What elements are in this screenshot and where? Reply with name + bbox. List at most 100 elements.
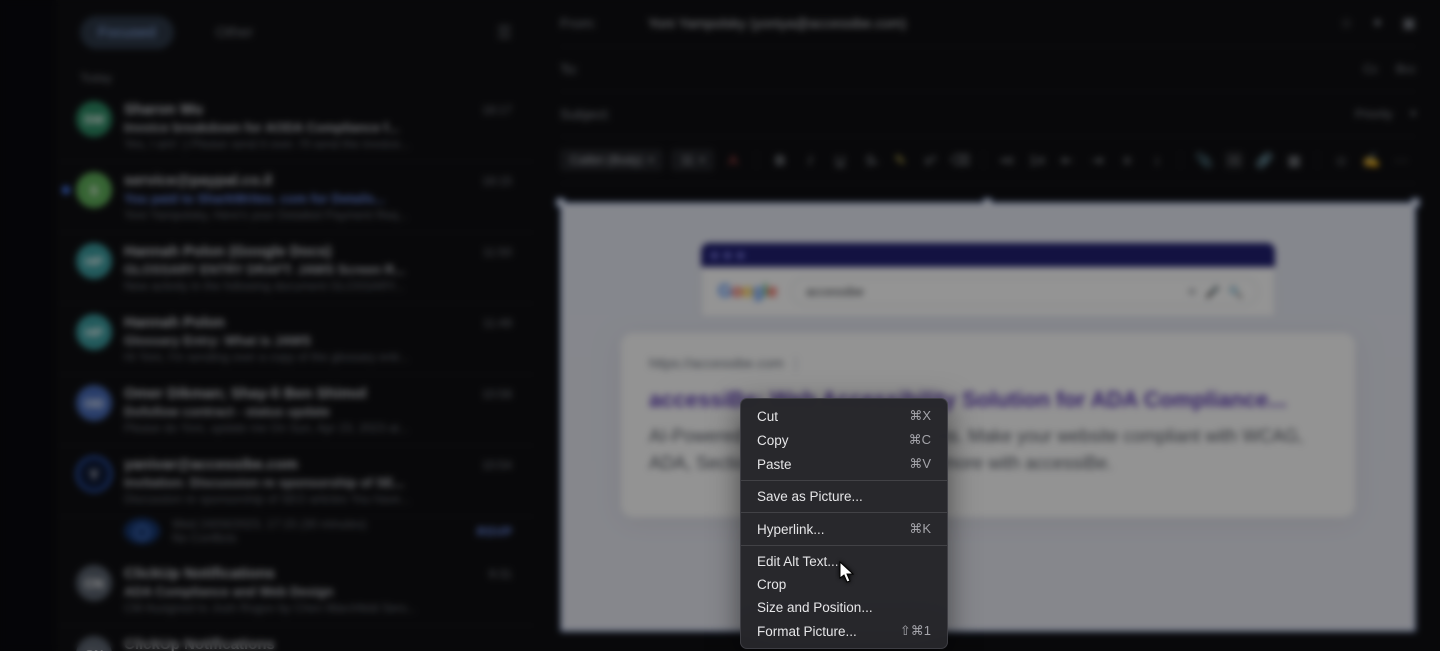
- mail-item[interactable]: CN ClickUp Notifications9:31 ADA Complia…: [56, 555, 536, 626]
- tab-other[interactable]: Other: [198, 16, 272, 49]
- font-size-select[interactable]: 11▾: [671, 149, 714, 171]
- signature-icon[interactable]: ✍: [1360, 149, 1382, 171]
- cm-cut[interactable]: Cut⌘X: [741, 404, 947, 428]
- section-today: Today: [56, 65, 536, 91]
- time: 18:15: [482, 174, 512, 188]
- preview: Discussion re sponsorship of SEO article…: [124, 492, 512, 506]
- italic-icon[interactable]: I: [799, 149, 821, 171]
- context-menu: Cut⌘X Copy⌘C Paste⌘V Save as Picture... …: [740, 398, 948, 649]
- mail-item[interactable]: CN ClickUp Notifications: [56, 626, 536, 651]
- outdent-icon[interactable]: ⇤: [1056, 149, 1078, 171]
- highlight-icon[interactable]: ✎: [889, 149, 911, 171]
- superscript-icon[interactable]: x²: [919, 149, 941, 171]
- clear-format-icon[interactable]: ⌫: [949, 149, 971, 171]
- time: 10:58: [482, 387, 512, 401]
- mail-item[interactable]: SW Sharon Wu18:17 Invoice breakdown for …: [56, 91, 536, 162]
- subject: Invitation: Discussion re sponsorship of…: [124, 475, 512, 490]
- mail-item[interactable]: HP Hannah Polon 11:49 Glossary Entry: Wha…: [56, 304, 536, 375]
- font-color-icon[interactable]: A: [722, 149, 744, 171]
- preview: Yes, I am! :) Please send it over. I'll …: [124, 137, 512, 151]
- emoji-icon[interactable]: ☺: [1330, 149, 1352, 171]
- sender: ClickUp Notifications: [124, 636, 275, 651]
- number-list-icon[interactable]: 1≡: [1026, 149, 1048, 171]
- time: 18:17: [482, 103, 512, 117]
- from-label: From:: [560, 15, 630, 31]
- cm-edit-alt-text[interactable]: Edit Alt Text...: [741, 550, 947, 573]
- cm-format-picture[interactable]: Format Picture...⇧⌘1: [741, 619, 947, 643]
- cm-crop[interactable]: Crop: [741, 573, 947, 596]
- mic-icon: 🎤: [1205, 285, 1220, 299]
- screenshot-content: Google accessibe✕🎤🔍 https://accessibe.co…: [561, 203, 1415, 631]
- avatar: S: [76, 172, 112, 208]
- underline-icon[interactable]: U: [829, 149, 851, 171]
- subject: Invoice breakdown for AODA Compliance f.…: [124, 120, 512, 135]
- sender: Hannah Polon: [124, 314, 225, 331]
- more-icon[interactable]: ✦: [1371, 14, 1384, 32]
- result-url: https://accessibe.com: [649, 355, 784, 371]
- more-tools-icon[interactable]: ⋯: [1390, 149, 1412, 171]
- tab-focused[interactable]: Focused: [80, 16, 174, 49]
- avatar: OD: [76, 385, 112, 421]
- avatar: HP: [76, 314, 112, 350]
- rsvp-button[interactable]: RSVP: [477, 524, 512, 539]
- lens-icon: 🔍: [1228, 285, 1243, 299]
- compose-pane: From: Yoni Yampolsky (yoniya@accessibe.c…: [536, 0, 1440, 651]
- time: 10:54: [482, 458, 512, 472]
- search-query: accessibe✕🎤🔍: [791, 277, 1258, 306]
- bold-icon[interactable]: B: [769, 149, 791, 171]
- sender: service@paypal.co.il: [124, 172, 272, 189]
- mail-list: SW Sharon Wu18:17 Invoice breakdown for …: [56, 91, 536, 651]
- mail-item[interactable]: Y yanivar@accessibe.com10:54 Invitation:…: [56, 446, 536, 517]
- bcc-button[interactable]: Bcc: [1396, 62, 1416, 76]
- align-icon[interactable]: ≡: [1116, 149, 1138, 171]
- font-select[interactable]: Calibri (Body)▾: [560, 149, 663, 171]
- avatar: SW: [76, 101, 112, 137]
- subject-label: Subject:: [560, 106, 630, 122]
- rsvp-row: ◯ Wed 24/04/2023, 17:15 (30 minutes) No …: [56, 517, 536, 555]
- subject: GLOSSARY ENTRY DRAFT: JAWS Screen R...: [124, 262, 512, 277]
- subject: You paid to SharkWrites. com for Details…: [124, 191, 512, 206]
- mail-item[interactable]: S service@paypal.co.il 18:15 You paid to …: [56, 162, 536, 233]
- avatar: CN: [76, 565, 112, 601]
- browser-titlebar: [701, 243, 1275, 267]
- subject: Glossary Entry: What is JAWS: [124, 333, 512, 348]
- meeting-icon: ◯: [124, 518, 160, 544]
- search-icon[interactable]: ☆: [1340, 14, 1353, 32]
- line-spacing-icon[interactable]: ↕: [1146, 149, 1168, 171]
- indent-icon[interactable]: ⇥: [1086, 149, 1108, 171]
- table-icon[interactable]: ▦: [1283, 149, 1305, 171]
- cm-copy[interactable]: Copy⌘C: [741, 428, 947, 452]
- filter-icon[interactable]: ☰: [497, 23, 512, 43]
- subject: Dofollow contract - status update: [124, 404, 512, 419]
- link-icon[interactable]: 🔗: [1253, 149, 1275, 171]
- cm-save-picture[interactable]: Save as Picture...: [741, 485, 947, 508]
- strike-icon[interactable]: S̶: [859, 149, 881, 171]
- mail-item[interactable]: HP Hannah Polon (Google Docs)11:50 GLOSS…: [56, 233, 536, 304]
- window-dot-icon: [711, 252, 718, 259]
- cc-button[interactable]: Cc: [1363, 62, 1378, 76]
- preview: Yoni Yampolsky, Here's your Detailed Pay…: [124, 208, 512, 222]
- inserted-image[interactable]: Google accessibe✕🎤🔍 https://accessibe.co…: [560, 202, 1416, 632]
- cm-size-position[interactable]: Size and Position...: [741, 596, 947, 619]
- format-toolbar: Calibri (Body)▾ 11▾ A B I U S̶ ✎ x² ⌫ •≡…: [560, 137, 1416, 184]
- priority-button[interactable]: Priority: [1355, 107, 1392, 121]
- preview: Hi Yoni, I'm sending over a copy of the …: [124, 350, 512, 364]
- cm-paste[interactable]: Paste⌘V: [741, 452, 947, 476]
- unread-dot-icon: [62, 186, 70, 194]
- cm-hyperlink[interactable]: Hyperlink...⌘K: [741, 517, 947, 541]
- rsvp-time: Wed 24/04/2023, 17:15 (30 minutes): [172, 517, 465, 531]
- preview: CM Assigned to Josh Rogov by Chen Marchf…: [124, 601, 512, 615]
- mail-item[interactable]: OD Omer Dikman; Shay-li Ben Shimol10:58 …: [56, 375, 536, 446]
- subject: ADA Compliance and Web Design: [124, 584, 512, 599]
- from-value[interactable]: Yoni Yampolsky (yoniya@accessibe.com): [648, 15, 1322, 31]
- expand-icon[interactable]: ▣: [1402, 14, 1416, 32]
- attach-icon[interactable]: 📎: [1193, 149, 1215, 171]
- bullet-list-icon[interactable]: •≡: [996, 149, 1018, 171]
- image-icon[interactable]: 🖼: [1223, 149, 1245, 171]
- sender: ClickUp Notifications: [124, 565, 275, 582]
- time: 11:49: [483, 316, 512, 330]
- google-logo-icon: Google: [718, 281, 777, 302]
- chevron-down-icon[interactable]: ▾: [1410, 107, 1416, 121]
- sender: yanivar@accessibe.com: [124, 456, 298, 473]
- preview: Please do Yoni, update me On Sun, Apr 23…: [124, 421, 512, 435]
